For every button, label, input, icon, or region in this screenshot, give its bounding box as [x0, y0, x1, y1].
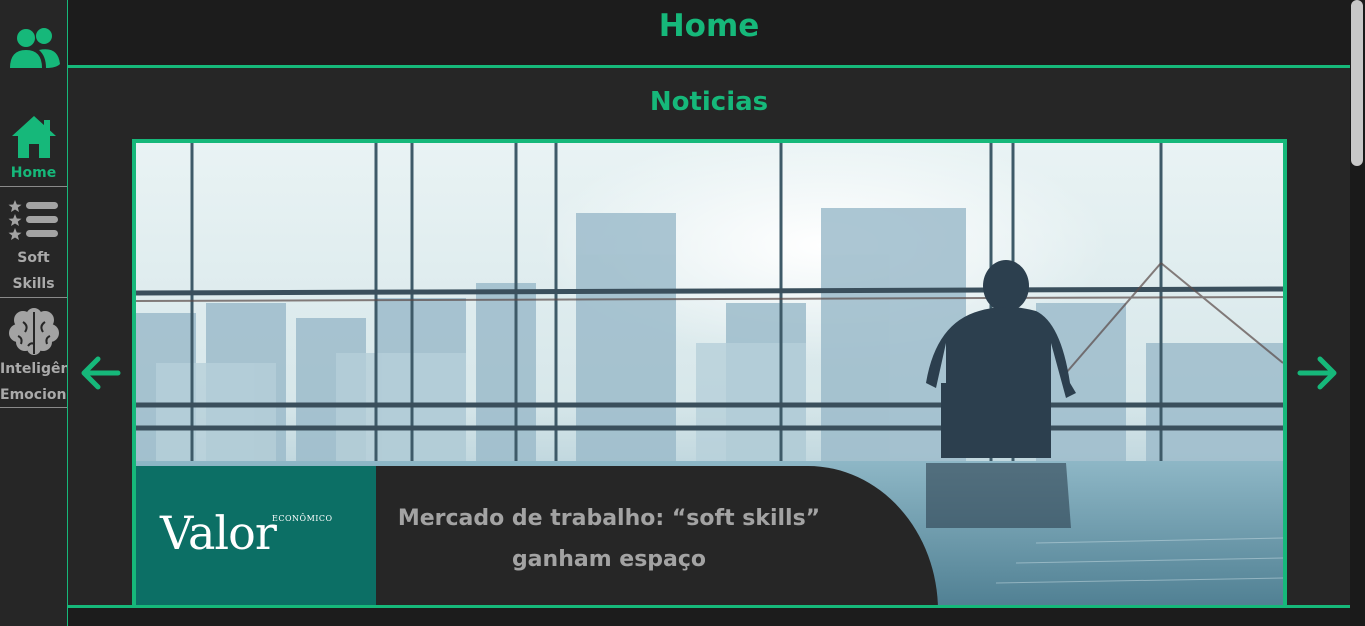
- star-list-icon: [8, 200, 58, 240]
- arrow-right-icon[interactable]: [1296, 351, 1340, 395]
- section-title: Noticias: [649, 87, 769, 117]
- news-carousel-slide[interactable]: ECONÔMICO Valor Mercado de trabalho: “so…: [132, 139, 1287, 609]
- top-header: Home: [68, 0, 1350, 68]
- news-headline[interactable]: Mercado de trabalho: “soft skills” ganha…: [392, 498, 826, 580]
- sidebar: Home Soft Skills Inteligên Emocion: [0, 0, 68, 626]
- users-icon[interactable]: [6, 24, 62, 72]
- sidebar-item-label-line1: Soft: [17, 250, 50, 266]
- arrow-left-icon[interactable]: [78, 351, 122, 395]
- news-caption: ECONÔMICO Valor Mercado de trabalho: “so…: [136, 466, 938, 609]
- brand-name: Valor: [160, 506, 277, 560]
- sidebar-item-label-line2: Skills: [12, 276, 55, 292]
- brand-subtitle: ECONÔMICO: [272, 514, 333, 523]
- sidebar-item-label-line1: Inteligência: [0, 361, 67, 377]
- brand-logo: ECONÔMICO Valor: [136, 466, 376, 609]
- scrollbar-thumb[interactable]: [1351, 0, 1363, 166]
- sidebar-item-soft-skills[interactable]: Soft Skills: [0, 187, 67, 298]
- sidebar-item-label-line2: Emocional: [0, 387, 67, 403]
- footer: [68, 608, 1350, 626]
- sidebar-item-label: Home: [10, 165, 57, 181]
- app-root: Home Soft Skills Inteligên Emocion Home …: [0, 0, 1365, 626]
- brain-icon: [8, 308, 59, 355]
- home-icon: [11, 116, 56, 158]
- divider: [0, 407, 67, 408]
- news-headline-line2: ganham espaço: [511, 547, 707, 572]
- main-content: Noticias ECONÔMICO Valor Mercado de trab…: [68, 68, 1350, 609]
- news-headline-line1: Mercado de trabalho: “soft skills”: [397, 506, 821, 531]
- sidebar-item-home[interactable]: Home: [0, 108, 67, 187]
- page-title: Home: [658, 8, 760, 44]
- sidebar-item-inteligencia-emocional[interactable]: Inteligência Emocional: [0, 298, 67, 408]
